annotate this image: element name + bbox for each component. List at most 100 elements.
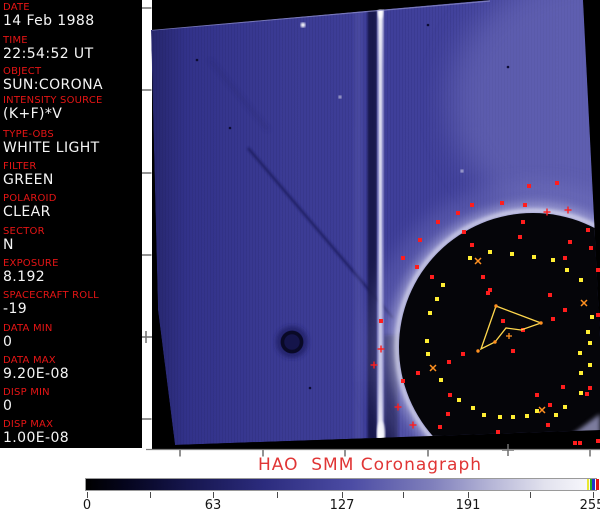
polygon-vertex-dot <box>494 304 497 307</box>
polygon-vertex-dot <box>539 321 542 324</box>
sidebar-field: INTENSITY SOURCE(K+F)*V <box>3 95 103 122</box>
field-value: 1.00E-08 <box>3 431 69 446</box>
sidebar-field: DATE14 Feb 1988 <box>3 2 95 29</box>
metadata-sidebar: DATE14 Feb 1988 TIME22:54:52 UT OBJECTSUN:… <box>0 0 142 448</box>
field-value: (K+F)*V <box>3 107 103 122</box>
colorbar-label: 127 <box>330 498 355 512</box>
yellow-marker-dot <box>579 371 583 375</box>
red-marker-dot <box>563 308 567 312</box>
sidebar-field: DATA MIN0 <box>3 323 53 350</box>
star <box>461 170 464 173</box>
red-marker-dot <box>448 393 452 397</box>
red-marker-dot <box>518 235 522 239</box>
polygon-vertex-dot <box>493 340 496 343</box>
red-marker-dot <box>462 230 466 234</box>
polygon-vertex-dot <box>476 349 479 352</box>
red-marker-dot <box>415 265 419 269</box>
red-marker-dot <box>548 403 552 407</box>
field-label: DATE <box>3 2 95 13</box>
red-marker-dot <box>461 352 465 356</box>
coronagraph-image <box>151 0 600 462</box>
coronagraph-image-panel[interactable] <box>142 0 600 462</box>
colorbar-tick <box>277 492 278 498</box>
sidebar-field: SECTORN <box>3 226 45 253</box>
red-marker-dot <box>523 203 527 207</box>
red-marker-dot <box>546 423 550 427</box>
star <box>339 96 342 99</box>
yellow-marker-dot <box>457 398 461 402</box>
colorbar-tick <box>403 492 404 498</box>
sidebar-field: OBJECTSUN:CORONA <box>3 66 103 93</box>
field-label: EXPOSURE <box>3 258 59 269</box>
field-label: DISP MIN <box>3 387 50 398</box>
red-marker-dot <box>496 430 500 434</box>
yellow-marker-dot <box>586 330 590 334</box>
yellow-marker-dot <box>525 414 529 418</box>
field-label: TYPE-OBS <box>3 129 100 140</box>
red-marker-dot <box>486 291 490 295</box>
colorbar-end-stripe <box>596 479 599 490</box>
sidebar-field: SPACECRAFT ROLL-19 <box>3 290 99 317</box>
yellow-marker-dot <box>498 415 502 419</box>
red-marker-dot <box>535 393 539 397</box>
dust-blob <box>276 326 308 358</box>
yellow-marker-dot <box>435 297 439 301</box>
sidebar-field: DATA MAX9.20E-08 <box>3 355 69 382</box>
field-label: INTENSITY SOURCE <box>3 95 103 106</box>
yellow-marker-dot <box>439 378 443 382</box>
red-marker-dot <box>401 256 405 260</box>
field-label: DATA MIN <box>3 323 53 334</box>
red-marker-dot <box>588 386 592 390</box>
yellow-marker-dot <box>428 311 432 315</box>
dark-speck <box>229 127 232 130</box>
field-value: 0 <box>3 399 50 414</box>
field-value: WHITE LIGHT <box>3 141 100 156</box>
field-label: DATA MAX <box>3 355 69 366</box>
yellow-marker-dot <box>532 255 536 259</box>
red-marker-dot <box>416 371 420 375</box>
field-value: GREEN <box>3 173 54 188</box>
red-marker-dot <box>585 392 589 396</box>
dark-speck <box>427 24 430 27</box>
yellow-marker-dot <box>588 341 592 345</box>
dark-speck <box>309 387 312 390</box>
intensity-colorbar <box>85 478 597 491</box>
red-marker-dot <box>511 349 515 353</box>
field-label: DISP MAX <box>3 419 69 430</box>
field-value: 22:54:52 UT <box>3 47 94 62</box>
red-marker-dot <box>501 319 505 323</box>
field-label: TIME <box>3 35 94 46</box>
red-marker-dot <box>589 246 593 250</box>
field-label: SECTOR <box>3 226 45 237</box>
yellow-marker-dot <box>441 283 445 287</box>
yellow-marker-dot <box>563 405 567 409</box>
field-value: 14 Feb 1988 <box>3 14 95 29</box>
red-marker-dot <box>586 228 590 232</box>
red-marker-dot <box>551 317 555 321</box>
field-label: POLAROID <box>3 193 57 204</box>
sidebar-field: TYPE-OBSWHITE LIGHT <box>3 129 100 156</box>
sidebar-field: FILTERGREEN <box>3 161 54 188</box>
red-marker-dot <box>568 240 572 244</box>
red-marker-dot <box>521 220 525 224</box>
yellow-marker-dot <box>426 352 430 356</box>
field-value: N <box>3 238 45 253</box>
yellow-marker-dot <box>588 363 592 367</box>
red-marker-dot <box>447 360 451 364</box>
red-marker-dot <box>379 319 383 323</box>
field-value: 9.20E-08 <box>3 367 69 382</box>
field-label: FILTER <box>3 161 54 172</box>
left-axis-gutter <box>142 0 152 450</box>
red-marker-dot <box>527 184 531 188</box>
red-marker-dot <box>430 275 434 279</box>
colorbar-tick <box>530 492 531 498</box>
red-marker-dot <box>470 203 474 207</box>
field-label: SPACECRAFT ROLL <box>3 290 99 301</box>
star <box>301 23 306 28</box>
red-marker-dot <box>438 425 442 429</box>
field-value: CLEAR <box>3 205 57 220</box>
red-marker-dot <box>418 238 422 242</box>
red-marker-dot <box>436 220 440 224</box>
field-value: 8.192 <box>3 270 59 285</box>
red-marker-dot <box>500 201 504 205</box>
